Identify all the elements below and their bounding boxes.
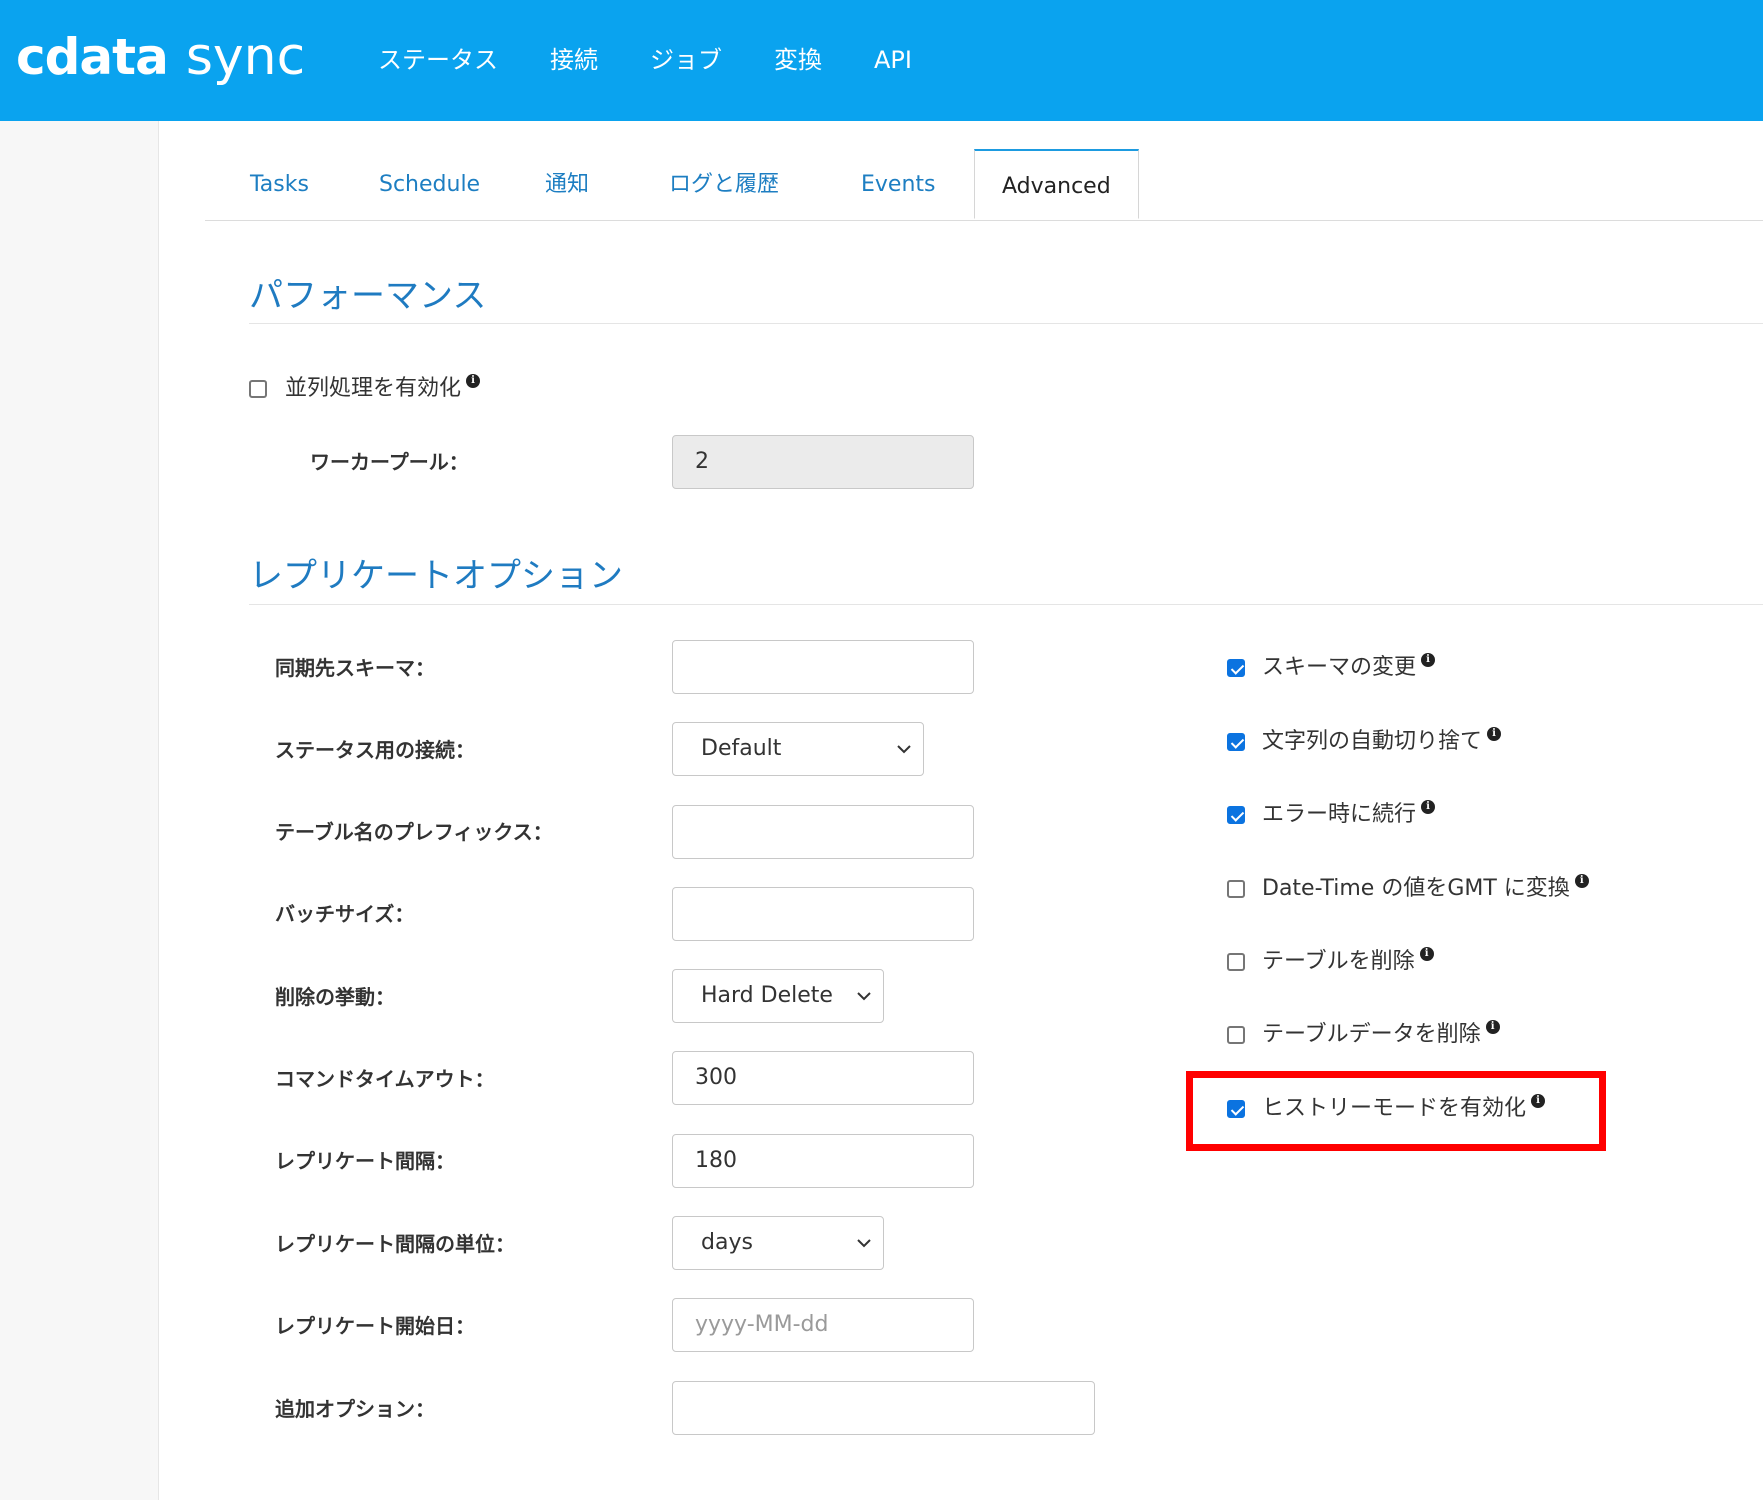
parallel-processing-checkbox[interactable] bbox=[249, 380, 267, 398]
drop-table-label: テーブルを削除 i bbox=[1262, 947, 1434, 977]
interval-unit-label: レプリケート間隔の単位： bbox=[275, 1232, 515, 1256]
datetime-gmt-checkbox[interactable] bbox=[1227, 880, 1245, 898]
tab-schedule[interactable]: Schedule bbox=[379, 149, 480, 220]
command-timeout-input[interactable]: 300 bbox=[672, 1051, 974, 1105]
dest-schema-input[interactable] bbox=[672, 640, 974, 694]
replicate-interval-input[interactable]: 180 bbox=[672, 1134, 974, 1188]
info-icon[interactable]: i bbox=[1419, 947, 1434, 961]
info-icon[interactable]: i bbox=[1421, 653, 1436, 667]
batch-size-label: バッチサイズ： bbox=[275, 902, 415, 926]
history-mode-label: ヒストリーモードを有効化 i bbox=[1262, 1094, 1546, 1124]
extra-options-label: 追加オプション： bbox=[275, 1397, 435, 1421]
logo-mark: cdata bbox=[16, 28, 169, 86]
worker-pool-input[interactable]: 2 bbox=[672, 435, 974, 489]
schema-changes-label: スキーマの変更 i bbox=[1262, 653, 1436, 683]
top-navbar: cdata sync ステータス 接続 ジョブ 変換 API bbox=[0, 0, 1763, 121]
nav-connections[interactable]: 接続 bbox=[550, 40, 598, 80]
table-prefix-label: テーブル名のプレフィックス： bbox=[275, 820, 553, 844]
table-prefix-input[interactable] bbox=[672, 805, 974, 859]
truncate-table-data-checkbox[interactable] bbox=[1227, 1026, 1245, 1044]
batch-size-input[interactable] bbox=[672, 887, 974, 941]
delete-behavior-value: Hard Delete bbox=[701, 983, 833, 1008]
continue-on-error-label: エラー時に続行 i bbox=[1262, 800, 1436, 830]
status-connection-value: Default bbox=[701, 736, 782, 761]
info-icon[interactable]: i bbox=[466, 374, 481, 388]
info-icon[interactable]: i bbox=[1531, 1094, 1546, 1108]
replicate-interval-label: レプリケート間隔： bbox=[275, 1149, 455, 1173]
section-divider bbox=[249, 323, 1763, 324]
info-icon[interactable]: i bbox=[1574, 874, 1589, 888]
datetime-gmt-label: Date-Time の値をGMT に変換 i bbox=[1262, 874, 1589, 904]
performance-heading: パフォーマンス bbox=[249, 276, 487, 316]
continue-on-error-checkbox[interactable] bbox=[1227, 806, 1245, 824]
auto-truncate-label: 文字列の自動切り捨て i bbox=[1262, 727, 1502, 757]
cdata-sync-logo[interactable]: cdata sync bbox=[16, 22, 305, 92]
schema-changes-checkbox[interactable] bbox=[1227, 659, 1245, 677]
worker-pool-label: ワーカープール： bbox=[310, 450, 469, 474]
parallel-processing-label: 並列処理を有効化 i bbox=[285, 374, 481, 404]
chevron-down-icon bbox=[857, 1239, 871, 1248]
logo-word: sync bbox=[185, 27, 306, 87]
nav-api[interactable]: API bbox=[874, 40, 912, 80]
interval-unit-select[interactable]: days bbox=[672, 1216, 884, 1270]
job-tabs: Tasks Schedule 通知 ログと履歴 Events Advanced bbox=[205, 149, 1763, 221]
section-divider bbox=[249, 604, 1763, 605]
start-date-input[interactable]: yyyy-MM-dd bbox=[672, 1298, 974, 1352]
nav-transformations[interactable]: 変換 bbox=[774, 40, 822, 80]
nav-status[interactable]: ステータス bbox=[378, 40, 498, 80]
tab-advanced[interactable]: Advanced bbox=[974, 149, 1139, 219]
info-icon[interactable]: i bbox=[1421, 800, 1436, 814]
tab-logs-history[interactable]: ログと履歴 bbox=[669, 149, 779, 220]
info-icon[interactable]: i bbox=[1485, 1020, 1500, 1034]
drop-table-checkbox[interactable] bbox=[1227, 953, 1245, 971]
tab-tasks[interactable]: Tasks bbox=[250, 149, 309, 220]
interval-unit-value: days bbox=[701, 1230, 753, 1255]
info-icon[interactable]: i bbox=[1487, 727, 1502, 741]
left-panel bbox=[0, 121, 159, 1500]
status-connection-select[interactable]: Default bbox=[672, 722, 924, 776]
nav-jobs[interactable]: ジョブ bbox=[650, 40, 722, 80]
chevron-down-icon bbox=[897, 745, 911, 754]
tab-events[interactable]: Events bbox=[861, 149, 936, 220]
history-mode-checkbox[interactable] bbox=[1227, 1100, 1245, 1118]
status-connection-label: ステータス用の接続： bbox=[275, 738, 475, 762]
dest-schema-label: 同期先スキーマ： bbox=[275, 656, 435, 680]
delete-behavior-label: 削除の挙動： bbox=[275, 985, 395, 1009]
command-timeout-label: コマンドタイムアウト： bbox=[275, 1067, 495, 1091]
tab-notifications[interactable]: 通知 bbox=[545, 149, 589, 220]
start-date-label: レプリケート開始日： bbox=[275, 1314, 475, 1338]
truncate-table-data-label: テーブルデータを削除 i bbox=[1262, 1020, 1500, 1050]
replicate-options-heading: レプリケートオプション bbox=[249, 556, 623, 596]
delete-behavior-select[interactable]: Hard Delete bbox=[672, 969, 884, 1023]
extra-options-input[interactable] bbox=[672, 1381, 1095, 1435]
chevron-down-icon bbox=[857, 992, 871, 1001]
auto-truncate-checkbox[interactable] bbox=[1227, 733, 1245, 751]
main-nav: ステータス 接続 ジョブ 変換 API bbox=[378, 40, 964, 80]
